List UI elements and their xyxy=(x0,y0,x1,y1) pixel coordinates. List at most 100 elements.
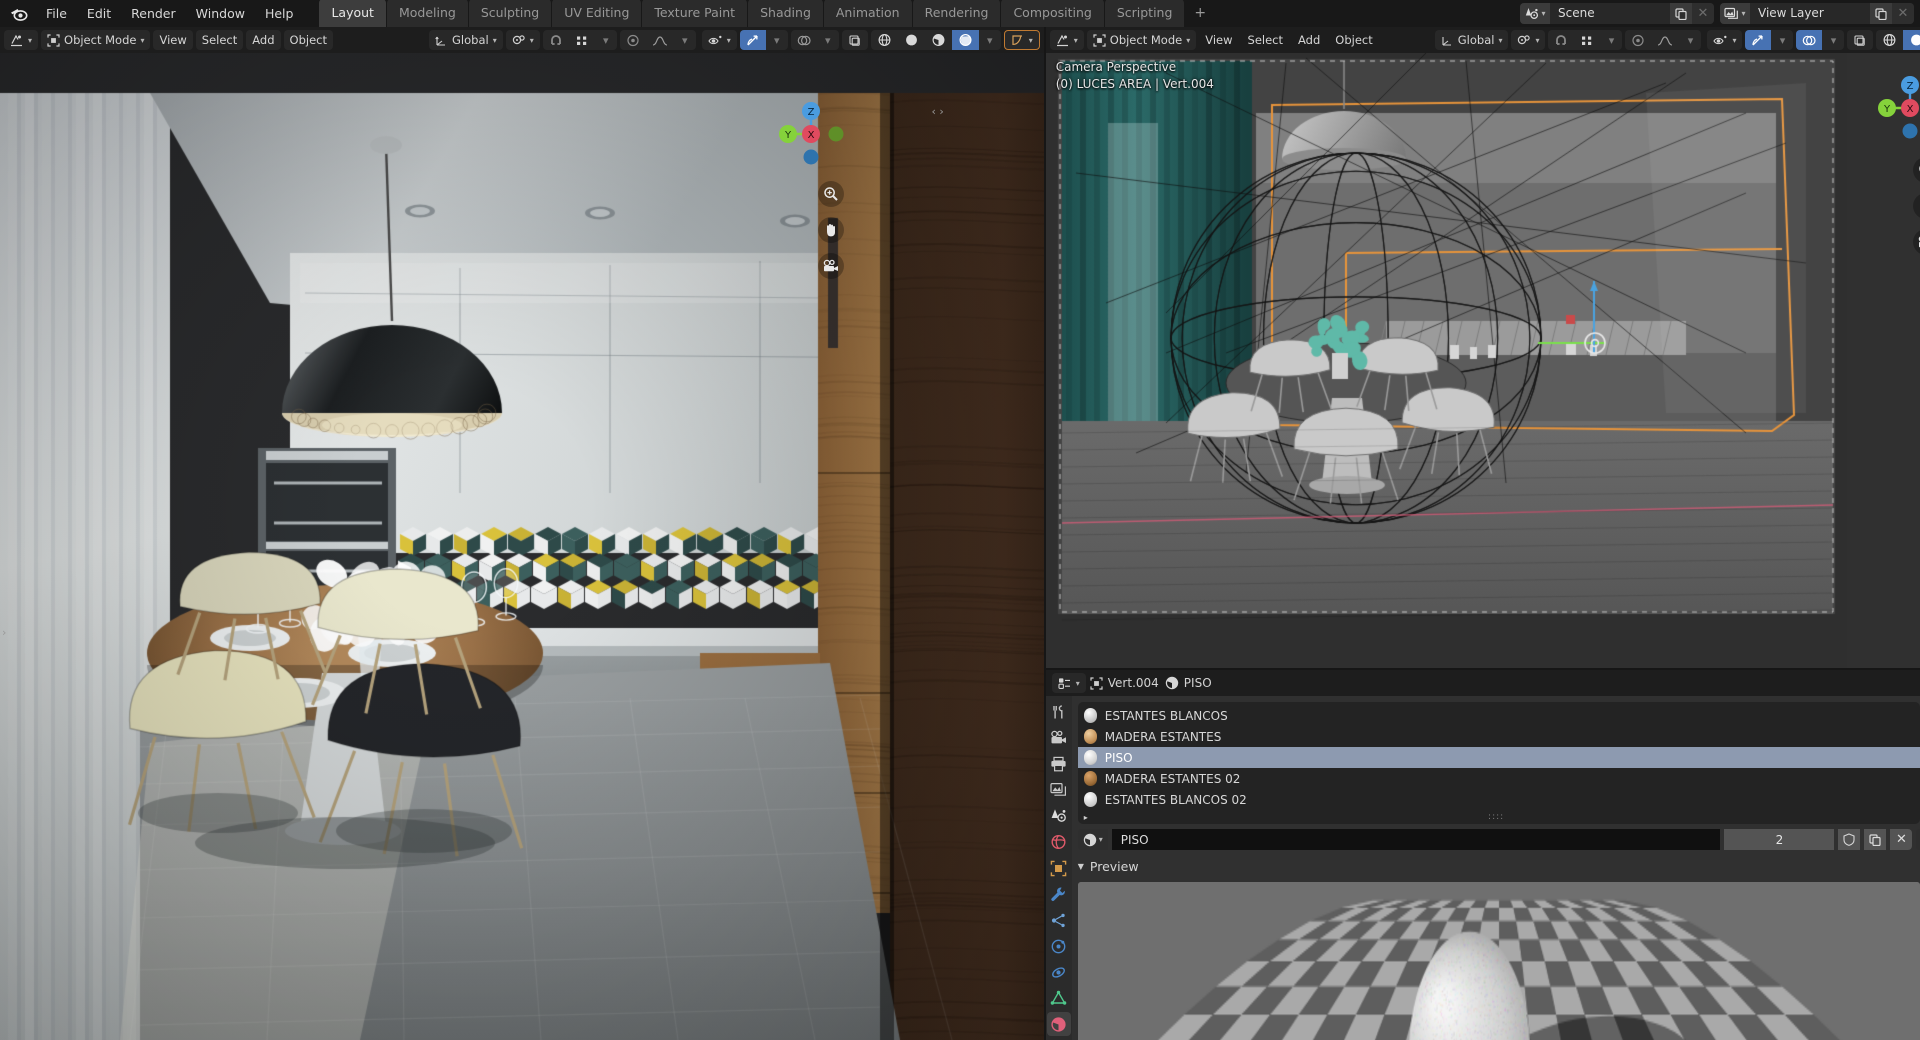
camera-icon[interactable] xyxy=(1913,229,1920,255)
tab-animation[interactable]: Animation xyxy=(824,0,912,27)
tab-rendering[interactable]: Rendering xyxy=(913,0,1001,27)
mesh-specials-icon[interactable]: ▾ xyxy=(1916,829,1920,850)
menu-edit[interactable]: Edit xyxy=(77,3,121,24)
chevron-down-icon[interactable]: ▾ xyxy=(1822,30,1844,50)
left-viewport-canvas[interactable]: › ‹ › X Z Y xyxy=(0,53,1044,1040)
tab-tool[interactable] xyxy=(1047,700,1071,724)
left-toolbar-expand-arrow[interactable]: › xyxy=(2,626,6,639)
proportional-falloff-icon[interactable] xyxy=(1651,30,1679,50)
tab-scripting[interactable]: Scripting xyxy=(1105,0,1185,27)
tab-sculpting[interactable]: Sculpting xyxy=(469,0,551,27)
material-slot-list[interactable]: ESTANTES BLANCOS MADERA ESTANTES PISO MA… xyxy=(1078,702,1920,824)
chevron-down-icon[interactable]: ▾ xyxy=(817,30,839,50)
tab-render[interactable] xyxy=(1047,726,1071,750)
scene-icon[interactable]: ▾ xyxy=(1520,3,1550,24)
tab-compositing[interactable]: Compositing xyxy=(1001,0,1103,27)
tab-add-workspace[interactable]: + xyxy=(1185,0,1215,27)
left-menu-view[interactable]: View xyxy=(153,30,192,50)
tab-view-layer[interactable] xyxy=(1047,778,1071,802)
tab-world[interactable] xyxy=(1047,830,1071,854)
blender-logo-icon[interactable] xyxy=(8,4,30,24)
menu-render[interactable]: Render xyxy=(121,3,186,24)
tab-texture-paint[interactable]: Texture Paint xyxy=(642,0,747,27)
tab-uv-editing[interactable]: UV Editing xyxy=(552,0,641,27)
preview-panel-header[interactable]: ▼ Preview :::: xyxy=(1078,855,1920,877)
material-new-button[interactable] xyxy=(1864,829,1886,850)
left-xray-button[interactable] xyxy=(842,30,868,50)
view-layer-remove-button[interactable]: ✕ xyxy=(1892,3,1914,24)
chevron-down-icon[interactable]: ▾ xyxy=(674,30,696,50)
tab-scene[interactable] xyxy=(1047,804,1071,828)
material-unlink-button[interactable]: ✕ xyxy=(1890,829,1912,850)
view-layer-new-button[interactable] xyxy=(1870,3,1892,24)
chevron-down-icon[interactable]: ▾ xyxy=(1771,30,1793,50)
shield-icon[interactable] xyxy=(1838,829,1860,850)
scene-unlink-button[interactable]: ✕ xyxy=(1692,3,1714,24)
left-menu-select[interactable]: Select xyxy=(196,30,243,50)
right-sidebar-expand-arrow[interactable]: ‹ › xyxy=(931,105,943,118)
left-render-engine-button[interactable]: ▾ xyxy=(1004,30,1040,50)
right-transform-orientation[interactable]: Global ▾ xyxy=(1435,30,1509,50)
right-menu-select[interactable]: Select xyxy=(1242,30,1289,50)
chevron-down-icon[interactable]: ▾ xyxy=(595,30,617,50)
right-menu-object[interactable]: Object xyxy=(1329,30,1378,50)
editor-type-3dview-icon[interactable]: ▾ xyxy=(4,30,38,50)
tab-particles[interactable] xyxy=(1047,908,1071,932)
right-menu-view[interactable]: View xyxy=(1199,30,1238,50)
left-menu-object[interactable]: Object xyxy=(284,30,333,50)
left-visibility-button[interactable]: ▾ xyxy=(702,30,737,50)
chevron-down-icon[interactable]: ▾ xyxy=(766,30,788,50)
tab-object-data[interactable] xyxy=(1047,986,1071,1010)
right-viewport-canvas[interactable]: Camera Perspective (0) LUCES AREA | Vert… xyxy=(1046,53,1920,668)
camera-icon[interactable] xyxy=(818,253,844,279)
tab-modeling[interactable]: Modeling xyxy=(387,0,468,27)
shading-rendered-icon[interactable] xyxy=(952,30,979,50)
shading-wireframe-icon[interactable] xyxy=(1876,30,1903,50)
shading-material-preview-icon[interactable] xyxy=(925,30,952,50)
rendered-kitchen-image[interactable] xyxy=(0,53,1044,1040)
breadcrumb-material[interactable]: PISO xyxy=(1165,676,1212,690)
overlays-icon[interactable] xyxy=(791,30,817,50)
overlays-icon[interactable] xyxy=(1796,30,1822,50)
wireframe-scene-view[interactable] xyxy=(1046,53,1847,668)
view-layer-datablock[interactable]: ▾ View Layer ✕ xyxy=(1720,3,1914,24)
menu-file[interactable]: File xyxy=(36,3,77,24)
tab-object[interactable] xyxy=(1047,856,1071,880)
material-slot-row[interactable]: MADERA ESTANTES xyxy=(1078,726,1920,747)
material-slot-row[interactable]: ESTANTES BLANCOS 02 xyxy=(1078,789,1920,810)
tab-output[interactable] xyxy=(1047,752,1071,776)
tab-material[interactable] xyxy=(1047,1012,1071,1036)
tab-constraints[interactable] xyxy=(1047,960,1071,984)
view-layer-icon[interactable]: ▾ xyxy=(1720,3,1750,24)
proportional-falloff-icon[interactable] xyxy=(646,30,674,50)
preview-render-canvas[interactable] xyxy=(1078,882,1920,1040)
shading-wireframe-icon[interactable] xyxy=(871,30,898,50)
left-nav-gizmo[interactable]: X Z Y xyxy=(774,97,848,171)
material-slot-row[interactable]: MADERA ESTANTES 02 xyxy=(1078,768,1920,789)
view-layer-name[interactable]: View Layer xyxy=(1750,3,1870,24)
snap-magnet-icon[interactable] xyxy=(543,30,569,50)
chevron-down-icon[interactable]: ▾ xyxy=(1600,30,1622,50)
tab-shading[interactable]: Shading xyxy=(748,0,823,27)
breadcrumb-object[interactable]: Vert.004 xyxy=(1090,676,1159,690)
left-snap-target-button[interactable]: ▾ xyxy=(506,30,540,50)
list-filter-triangle-icon[interactable]: ▸ xyxy=(1084,813,1088,822)
material-slot-row-selected[interactable]: PISO xyxy=(1078,747,1920,768)
right-editor-type-3dview-icon[interactable]: ▾ xyxy=(1050,30,1084,50)
zoom-icon[interactable] xyxy=(818,181,844,207)
scene-datablock[interactable]: ▾ Scene ✕ xyxy=(1520,3,1714,24)
scene-name[interactable]: Scene xyxy=(1550,3,1670,24)
tab-layout[interactable]: Layout xyxy=(319,0,386,27)
editor-type-properties-icon[interactable]: ▾ xyxy=(1052,673,1086,693)
left-mode-selector[interactable]: Object Mode ▾ xyxy=(41,30,150,50)
zoom-icon[interactable] xyxy=(1913,157,1920,183)
shading-solid-icon[interactable] xyxy=(898,30,925,50)
tab-modifiers[interactable] xyxy=(1047,882,1071,906)
list-resize-grip[interactable]: :::: xyxy=(1488,812,1504,822)
gizmo-icon[interactable] xyxy=(740,30,766,50)
right-menu-add[interactable]: Add xyxy=(1292,30,1326,50)
right-nav-gizmo[interactable]: X Z Y xyxy=(1873,71,1920,145)
snap-magnet-icon[interactable] xyxy=(1548,30,1574,50)
right-visibility-button[interactable]: ▾ xyxy=(1707,30,1742,50)
right-mode-selector[interactable]: Object Mode ▾ xyxy=(1087,30,1196,50)
